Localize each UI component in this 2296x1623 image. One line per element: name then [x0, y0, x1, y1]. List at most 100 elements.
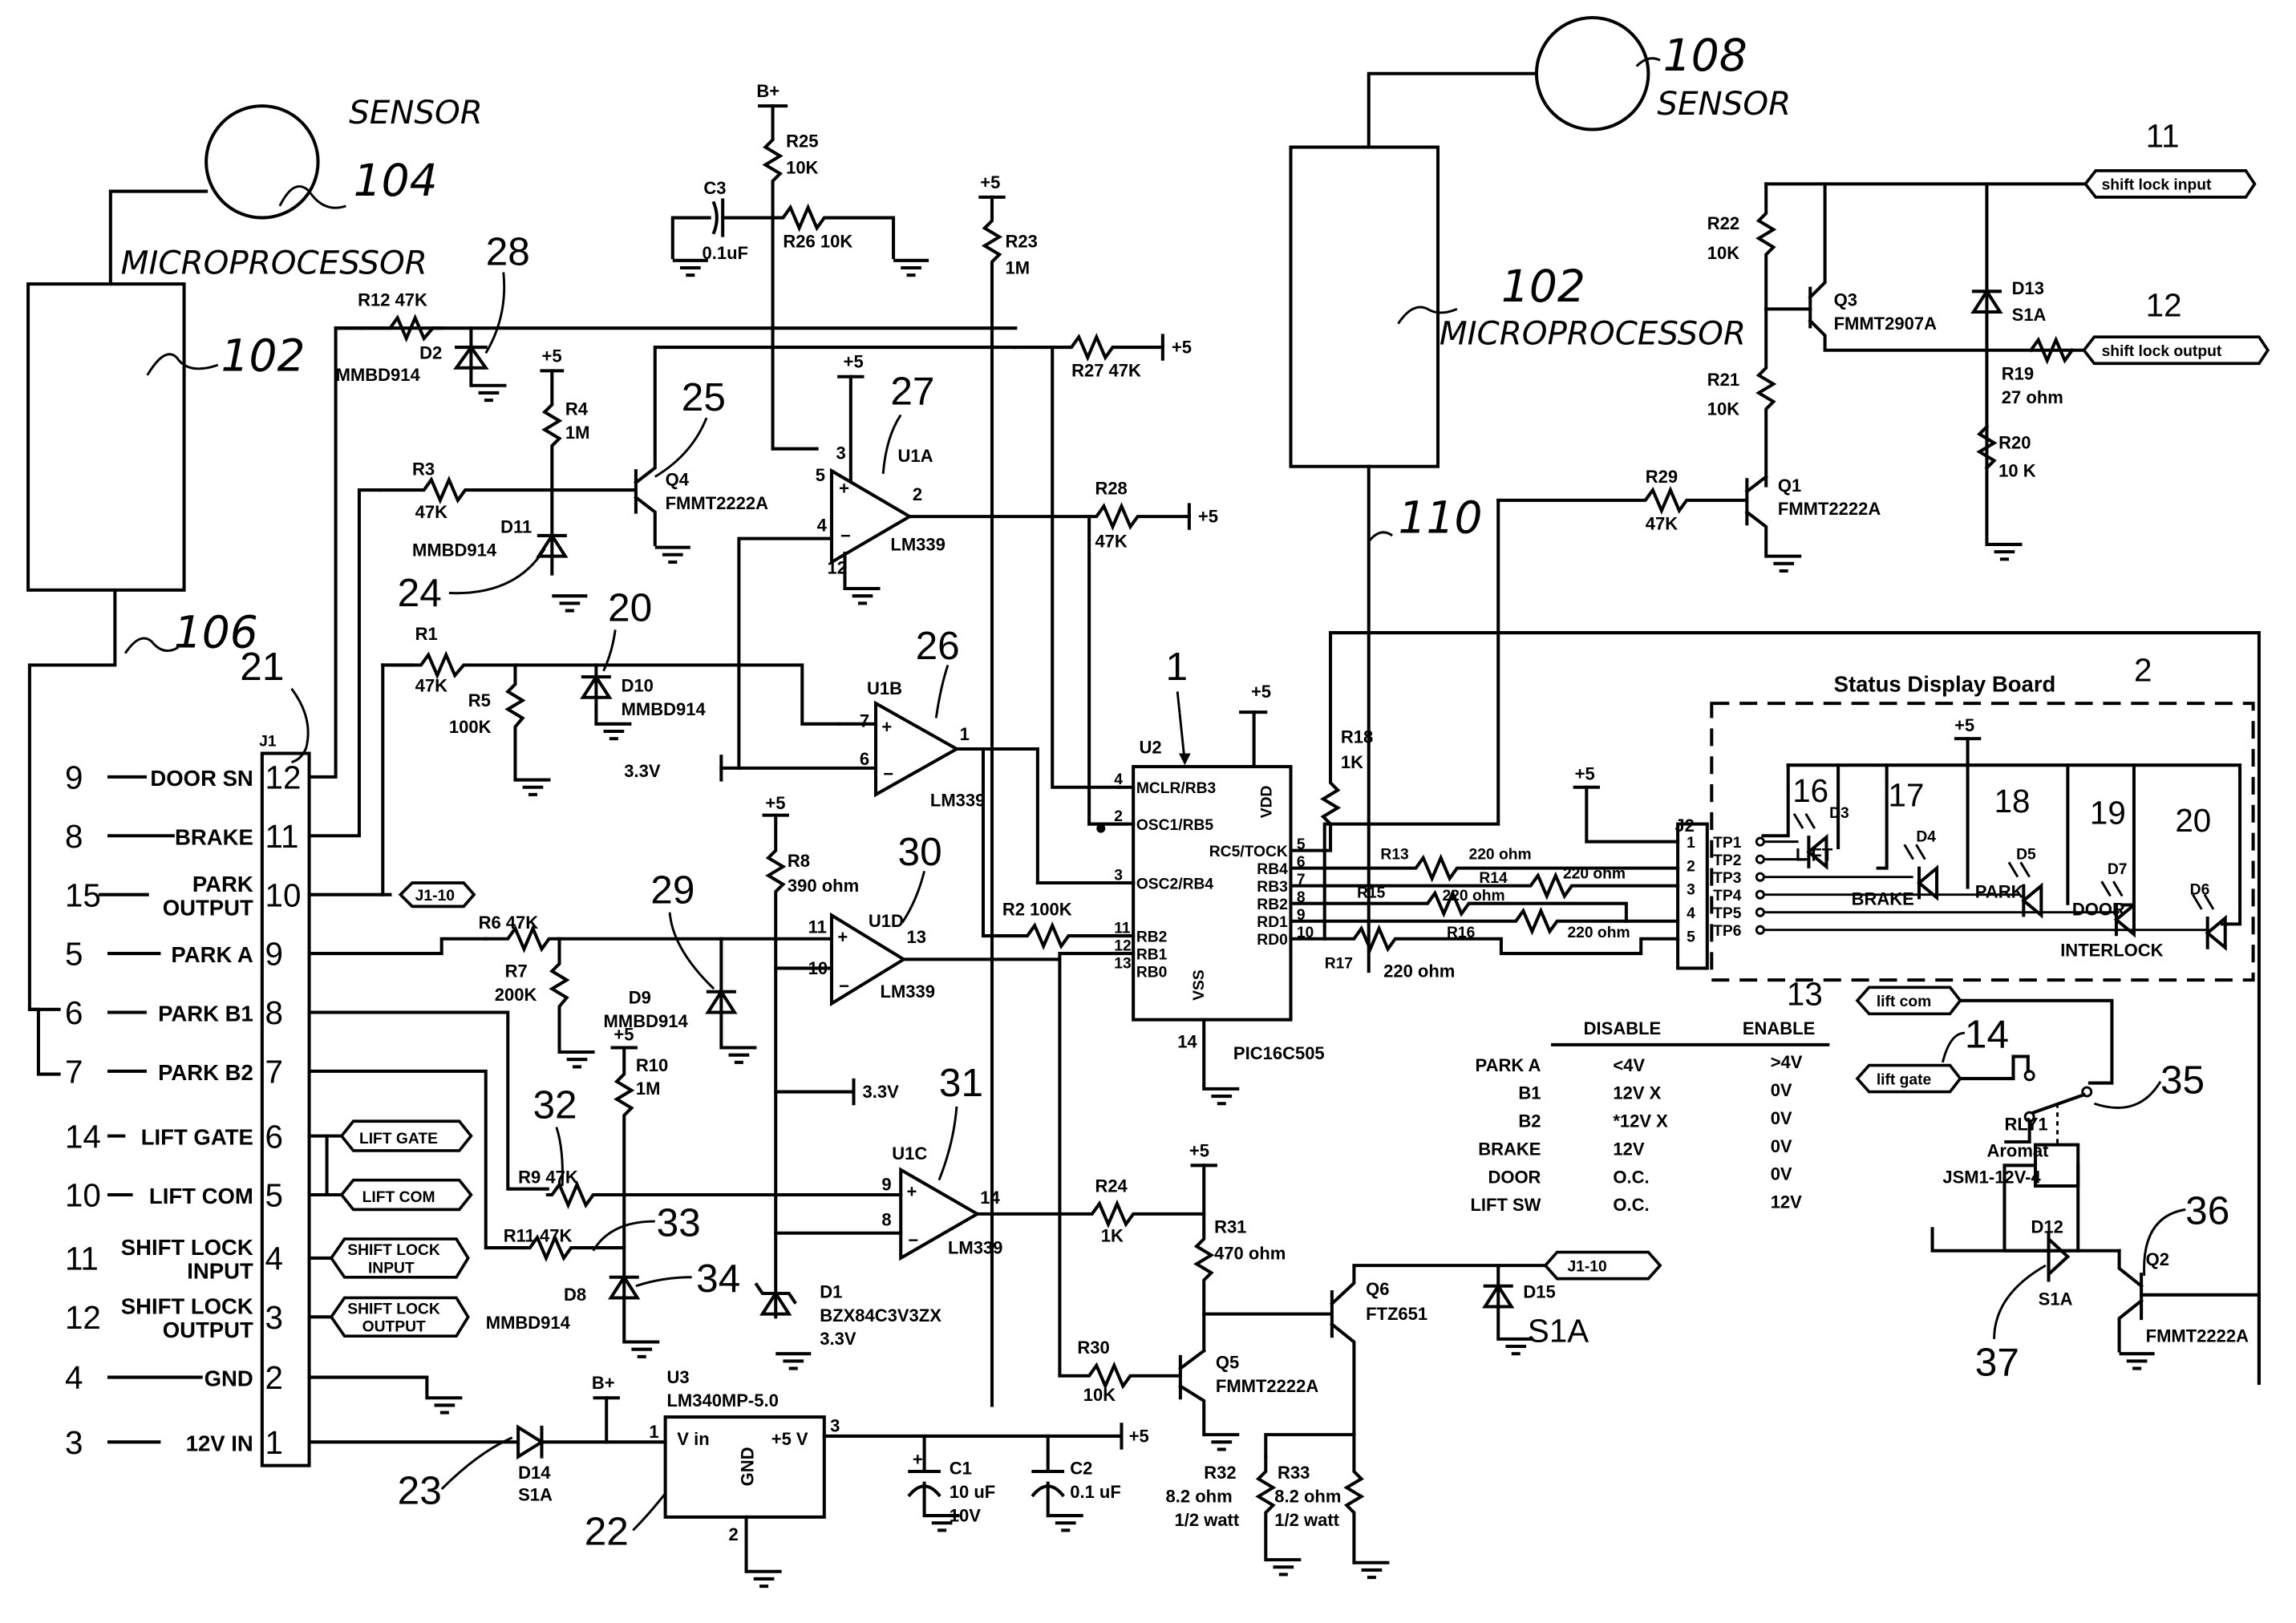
svg-text:220 ohm: 220 ohm	[1469, 847, 1532, 864]
svg-text:J1-10: J1-10	[1567, 1258, 1606, 1275]
j1-ref: J1	[259, 733, 277, 750]
r5-val: 100K	[449, 717, 492, 737]
callout-22: 22	[585, 1510, 629, 1554]
tt-disable: O.C.	[1613, 1167, 1649, 1187]
pic-pin-name: MCLR/RB3	[1136, 780, 1217, 797]
j1-pin-label: DOOR SN	[150, 766, 253, 791]
j1-pin-row: 9 12 DOOR SN	[65, 759, 301, 796]
r21-label: R21	[1707, 370, 1739, 390]
r31-val: 470 ohm	[1214, 1244, 1286, 1264]
j1-pin-row: 15 10 PARKOUTPUT	[65, 872, 301, 920]
reference-divider-section: B+ R25 10K C3 0.1uF R26 10K +5 R23 1M +5…	[673, 81, 1192, 1407]
tt-signal: BRAKE	[1478, 1139, 1541, 1159]
r16-label: R16	[1447, 925, 1476, 941]
j1-pin-number: 8	[265, 994, 283, 1031]
test-point	[1755, 925, 1765, 935]
bplus-label: B+	[592, 1373, 615, 1393]
svg-text:−: −	[839, 976, 849, 996]
callout-30: 30	[898, 830, 942, 874]
svg-text:2: 2	[913, 484, 922, 504]
led-callout: 17	[1889, 777, 1925, 814]
tag-shift-lock-output-right: shift lock output	[2082, 335, 2270, 366]
callout-11: 11	[2146, 117, 2180, 154]
r23-label: R23	[1006, 231, 1038, 251]
tt-disable: O.C.	[1613, 1195, 1649, 1215]
j2-pin-number: 5	[1687, 929, 1695, 945]
comparator-u1c-section: +5 R10 1M R9 47K 32 R11 47K 33 D8 MMBD91…	[486, 1024, 1206, 1368]
callout-24: 24	[398, 571, 442, 615]
j2-pin-number: 3	[1687, 882, 1695, 899]
q4-part: FMMT2222A	[666, 493, 768, 513]
wire-number: 12	[65, 1299, 101, 1336]
r13-label: R13	[1380, 847, 1409, 864]
j1-pin-row: 7 7 PARK B2	[65, 1054, 283, 1091]
u1c-part: LM339	[948, 1237, 1002, 1257]
supply-plus5: +5	[1129, 1426, 1149, 1446]
u1d-part: LM339	[881, 981, 935, 1002]
micro-102-ref-left: 102	[221, 330, 305, 381]
u3-part: LM340MP-5.0	[666, 1390, 778, 1411]
r2-label: R2 100K	[1002, 899, 1072, 919]
q1-label: Q1	[1778, 476, 1801, 496]
q3-part: FMMT2907A	[1834, 314, 1937, 334]
test-point	[1755, 907, 1765, 917]
power-supply-section: D14 S1A 23 B+ U3 LM340MP-5.0 V in +5 V G…	[398, 1367, 1149, 1586]
j1-pin-label: OUTPUT	[163, 1317, 253, 1342]
ref-3v3: 3.3V	[624, 761, 661, 781]
r22-label: R22	[1707, 213, 1739, 233]
bplus-label: B+	[756, 81, 780, 101]
c1-val: 10 uF	[950, 1482, 995, 1502]
q1-part: FMMT2222A	[1778, 499, 1881, 519]
r9-label: R9 47K	[518, 1167, 578, 1187]
status-display-board: Status Display Board 2 J2 12345TP1TP2TP3…	[1674, 652, 2255, 982]
d13-part: S1A	[2012, 305, 2047, 325]
sensor-108-label: SENSOR	[1657, 85, 1791, 123]
d15-part: S1A	[1528, 1313, 1589, 1350]
svg-text:3: 3	[836, 443, 845, 463]
wire-number: 15	[65, 876, 101, 913]
svg-text:+: +	[837, 927, 848, 947]
pic-part: PIC16C505	[1233, 1043, 1325, 1063]
wire-number: 10	[65, 1177, 101, 1214]
led-icon	[1916, 864, 1939, 901]
wire-number: 9	[65, 759, 83, 796]
r8-label: R8	[788, 851, 810, 871]
svg-text:J1-10: J1-10	[415, 888, 455, 905]
u2-label: U2	[1139, 738, 1161, 758]
svg-text:shift lock input: shift lock input	[2102, 177, 2212, 194]
r3-val: 47K	[415, 502, 447, 522]
svg-text:−: −	[883, 764, 893, 784]
rly1-part: JSM1-12V-4	[1942, 1167, 2041, 1187]
micro-102-ref-right: 102	[1501, 261, 1585, 312]
j1-pin-number: 10	[265, 876, 302, 913]
u3-label: U3	[666, 1367, 689, 1387]
d13-label: D13	[2012, 278, 2044, 298]
th-disable: DISABLE	[1584, 1018, 1662, 1038]
j1-pin-label: GND	[204, 1366, 253, 1391]
test-point	[1755, 872, 1765, 882]
r10-label: R10	[636, 1055, 668, 1075]
led-label: PARK	[1975, 881, 2024, 901]
wire-number: 8	[65, 818, 83, 855]
input-park-output-section: R1 47K R5 100K D10 MMBD914 20	[381, 585, 841, 795]
svg-text:+: +	[881, 717, 892, 737]
svg-text:SHIFT LOCK: SHIFT LOCK	[347, 1301, 440, 1318]
input-door-brake-section: R12 47K 28 D2 MMBD914 +5 R4 1M R3 47K D1…	[336, 229, 1018, 615]
r10-val: 1M	[636, 1079, 661, 1099]
j1-pin-number: 1	[265, 1424, 283, 1461]
q5-label: Q5	[1216, 1353, 1239, 1373]
r8-val: 390 ohm	[788, 876, 859, 896]
d1-label: D1	[820, 1281, 842, 1301]
svg-text:GND: GND	[738, 1447, 758, 1486]
sensor-108-circle	[1534, 16, 1650, 132]
r30-label: R30	[1077, 1338, 1109, 1358]
r6-label: R6 47K	[479, 913, 539, 933]
svg-text:LIFT GATE: LIFT GATE	[359, 1131, 438, 1147]
c1-voltage: 10V	[950, 1505, 981, 1525]
j1-pin-label: INPUT	[187, 1259, 253, 1284]
truth-table-row: LIFT SW O.C. 12V	[1470, 1192, 1802, 1216]
led-ref: D5	[2016, 847, 2036, 864]
tt-disable: 12V X	[1613, 1083, 1661, 1103]
svg-text:4: 4	[817, 515, 828, 535]
led-ref: D3	[1829, 805, 1849, 822]
